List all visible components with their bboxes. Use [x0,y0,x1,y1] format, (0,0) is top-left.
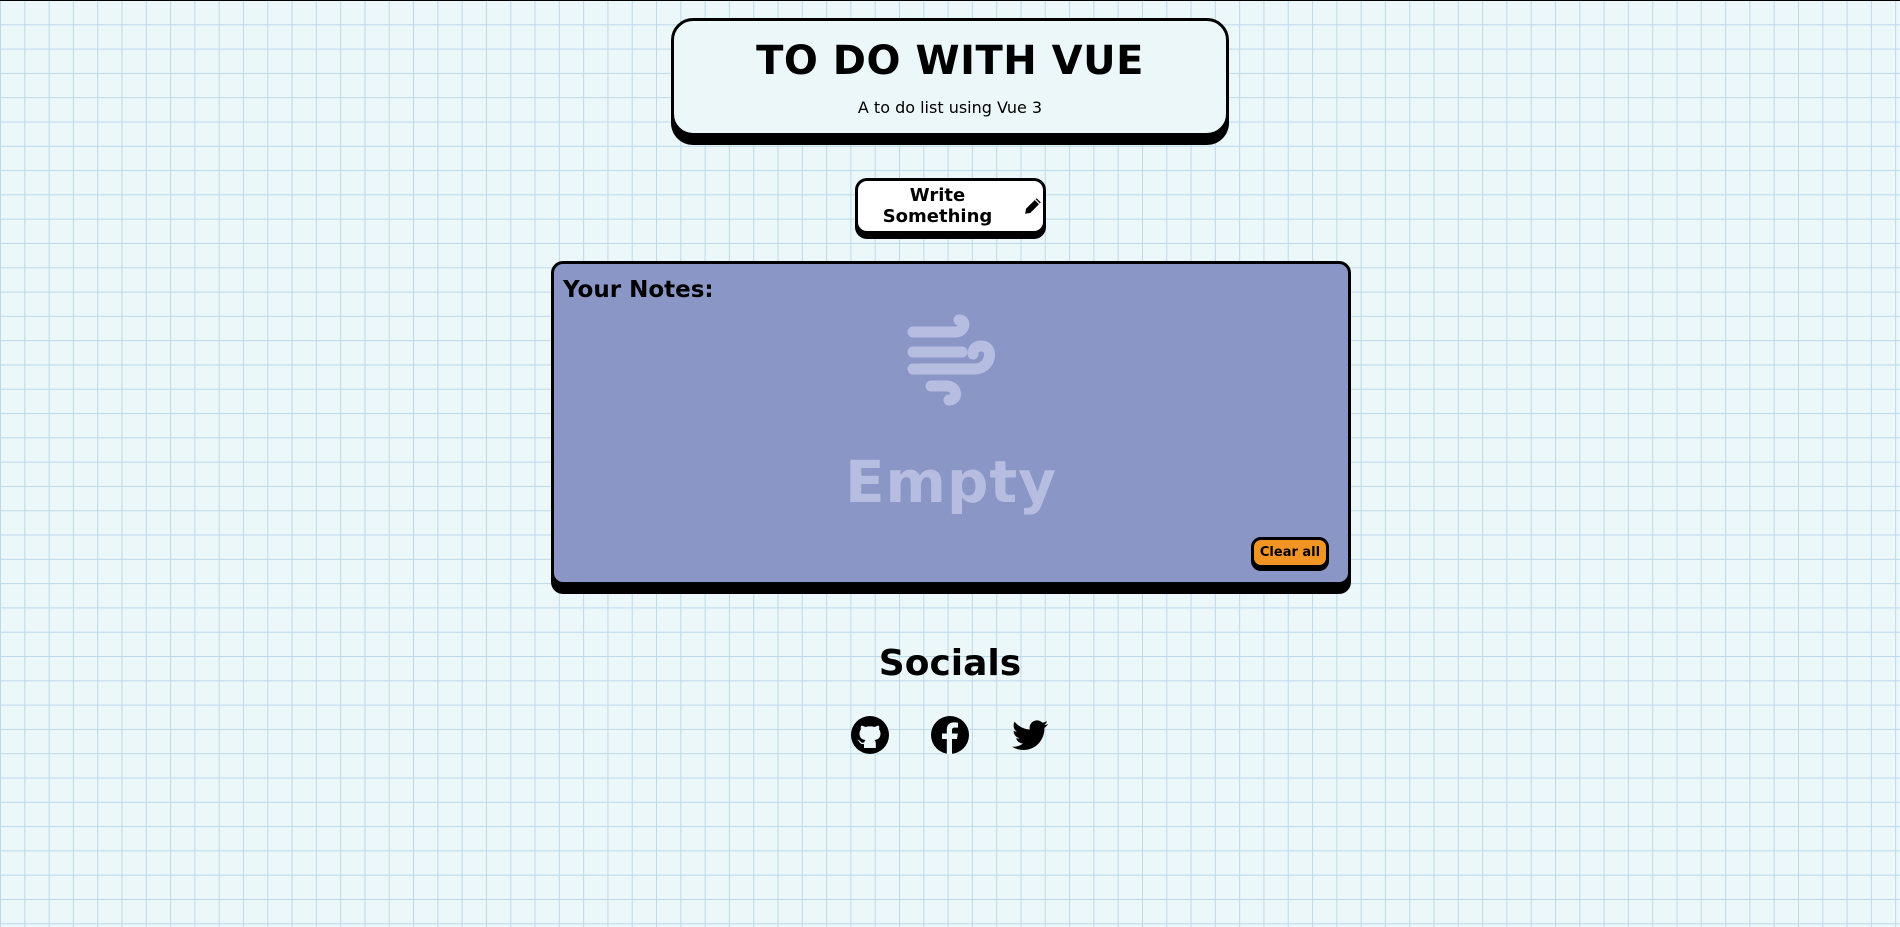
twitter-icon [1010,715,1050,755]
twitter-link[interactable] [1010,715,1050,755]
header-card: TO DO WITH VUE A to do list using Vue 3 [671,18,1229,136]
page: { "header": { "title": "TO DO WITH VUE",… [0,0,1900,927]
notes-panel: Your Notes: Empty Clear all [551,261,1351,585]
write-button-label: Write Something [882,185,993,227]
page-title: TO DO WITH VUE [756,38,1144,84]
facebook-link[interactable] [930,715,970,755]
write-something-button[interactable]: Write Something [855,178,1046,234]
socials-heading: Socials [878,643,1022,684]
pencil-icon [1023,196,1043,216]
page-subtitle: A to do list using Vue 3 [857,98,1043,117]
github-link[interactable] [850,715,890,755]
notes-heading: Your Notes: [563,277,714,303]
facebook-icon [930,715,970,755]
clear-all-button[interactable]: Clear all [1251,537,1329,568]
github-icon [850,715,890,755]
empty-state-text: Empty [844,448,1058,516]
wind-icon [907,314,1001,410]
